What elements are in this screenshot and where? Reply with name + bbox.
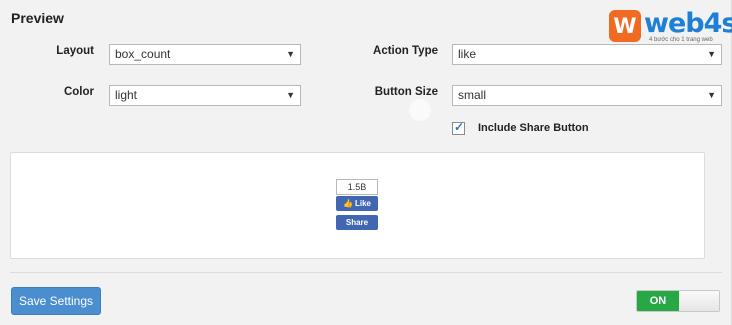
button-size-label: Button Size: [374, 86, 438, 98]
fb-share-button[interactable]: Share: [336, 215, 378, 230]
chevron-down-icon: ▼: [286, 90, 295, 100]
button-size-select[interactable]: small ▼: [452, 85, 722, 106]
toggle-knob[interactable]: [679, 291, 719, 311]
color-label: Color: [63, 86, 94, 98]
color-value: light: [115, 88, 138, 102]
thumbs-up-icon: 👍: [343, 199, 353, 208]
fb-like-button[interactable]: 👍 Like: [336, 196, 378, 211]
layout-value: box_count: [115, 47, 171, 61]
web4s-logo: W web4s 4 bước cho 1 trang web: [609, 8, 732, 45]
layout-select[interactable]: box_count ▼: [109, 44, 301, 65]
settings-panel: Preview W web4s 4 bước cho 1 trang web L…: [0, 0, 732, 325]
check-icon: ✓: [454, 120, 465, 134]
logo-badge: W: [609, 10, 641, 42]
chevron-down-icon: ▼: [707, 49, 716, 59]
include-share-label: Include Share Button: [478, 122, 589, 134]
logo-text: web4s: [644, 8, 732, 39]
on-off-toggle[interactable]: ON: [636, 290, 720, 312]
page-title: Preview: [11, 10, 64, 26]
like-count-bubble: 1.5B: [336, 179, 378, 195]
logo-tagline: 4 bước cho 1 trang web: [649, 37, 713, 43]
button-size-value: small: [458, 88, 487, 102]
include-share-checkbox[interactable]: ✓: [452, 120, 465, 135]
toggle-on-label: ON: [637, 291, 679, 311]
color-select[interactable]: light ▼: [109, 85, 301, 106]
chevron-down-icon: ▼: [707, 90, 716, 100]
save-settings-button[interactable]: Save Settings: [11, 287, 101, 315]
divider: [10, 272, 722, 273]
layout-label: Layout: [56, 45, 94, 57]
action-type-select[interactable]: like ▼: [452, 44, 722, 65]
fb-like-label: Like: [354, 199, 371, 208]
fb-share-label: Share: [345, 218, 369, 227]
cursor-highlight: [409, 99, 431, 121]
chevron-down-icon: ▼: [286, 49, 295, 59]
action-type-label: Action Type: [373, 45, 438, 57]
action-type-value: like: [458, 47, 477, 61]
